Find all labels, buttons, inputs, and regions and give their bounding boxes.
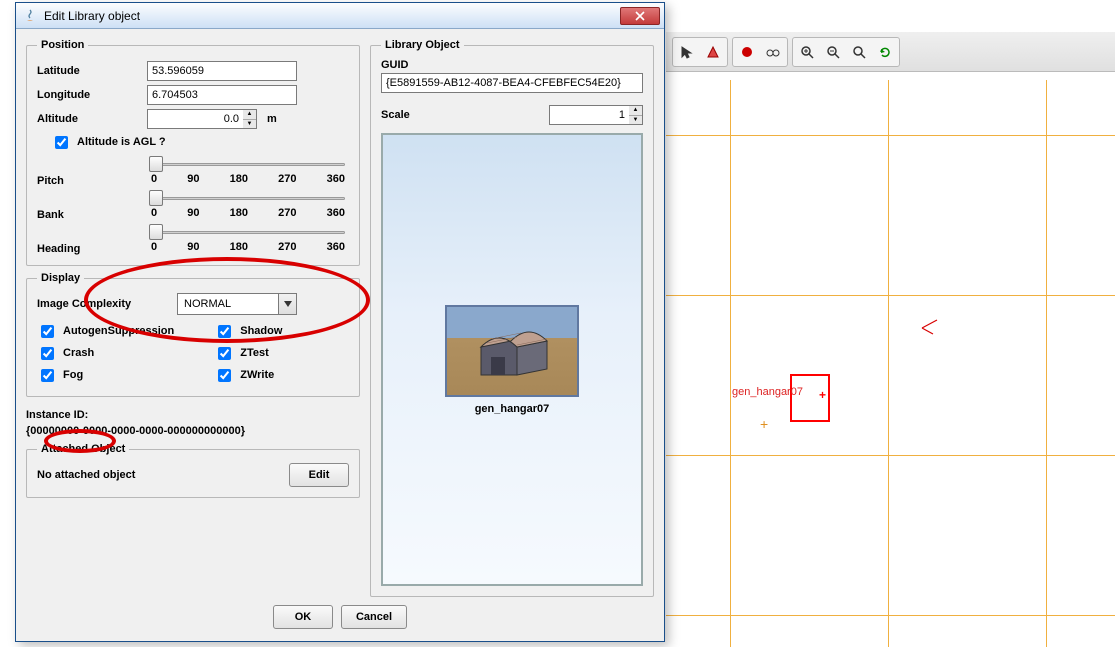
library-object-legend: Library Object	[381, 39, 464, 51]
display-legend: Display	[37, 272, 84, 284]
library-object-group: Library Object GUID Scale ▲ ▼	[370, 39, 654, 597]
guid-label: GUID	[381, 59, 643, 71]
latitude-input[interactable]	[147, 61, 297, 81]
heading-label: Heading	[37, 225, 147, 255]
tool-zoom-in-icon[interactable]	[795, 40, 819, 64]
heading-slider[interactable]	[151, 225, 345, 239]
scale-label: Scale	[381, 109, 549, 121]
guid-input[interactable]	[381, 73, 643, 93]
tool-pointer-icon[interactable]	[675, 40, 699, 64]
map-cross-marker: +	[760, 416, 768, 432]
cancel-button[interactable]: Cancel	[341, 605, 407, 629]
position-group: Position Latitude Longitude Altitude	[26, 39, 360, 266]
attached-object-legend: Attached Object	[37, 443, 129, 455]
map-canvas[interactable]: + gen_hangar07 +	[666, 0, 1115, 647]
bank-slider[interactable]	[151, 191, 345, 205]
autogensuppression-checkbox[interactable]	[41, 325, 54, 338]
longitude-input[interactable]	[147, 85, 297, 105]
shadow-label: Shadow	[240, 325, 282, 337]
altitude-spin-down[interactable]: ▼	[243, 120, 256, 129]
position-legend: Position	[37, 39, 88, 51]
ok-button[interactable]: OK	[273, 605, 333, 629]
image-complexity-value: NORMAL	[178, 298, 278, 310]
window-title: Edit Library object	[44, 9, 140, 23]
tool-zoom-out-icon[interactable]	[821, 40, 845, 64]
tool-shape-icon[interactable]	[701, 40, 725, 64]
altitude-spin-up[interactable]: ▲	[243, 110, 256, 120]
shadow-checkbox[interactable]	[218, 325, 231, 338]
object-preview[interactable]: gen_hangar07	[381, 133, 643, 586]
scale-spin-up[interactable]: ▲	[629, 106, 642, 116]
ztest-label: ZTest	[240, 347, 269, 359]
object-thumbnail	[445, 305, 579, 397]
titlebar[interactable]: Edit Library object	[16, 3, 664, 29]
zwrite-label: ZWrite	[240, 369, 274, 381]
chevron-down-icon[interactable]	[278, 294, 296, 314]
altitude-input[interactable]	[147, 109, 243, 129]
bank-ticks: 090180270360	[151, 207, 345, 219]
heading-ticks: 090180270360	[151, 241, 345, 253]
attached-edit-button[interactable]: Edit	[289, 463, 349, 487]
fog-checkbox[interactable]	[41, 369, 54, 382]
altitude-spinner[interactable]: ▲ ▼	[147, 109, 257, 129]
canvas-toolbar	[666, 32, 1115, 72]
close-button[interactable]	[620, 7, 660, 25]
scale-input[interactable]	[549, 105, 629, 125]
zwrite-checkbox[interactable]	[218, 369, 231, 382]
scale-spin-down[interactable]: ▼	[629, 116, 642, 125]
fog-label: Fog	[63, 369, 83, 381]
display-group: Display Image Complexity NORMAL AutogenS…	[26, 272, 360, 397]
longitude-label: Longitude	[37, 89, 147, 101]
map-arrow-marker	[919, 316, 941, 341]
object-preview-name: gen_hangar07	[475, 403, 550, 415]
latitude-label: Latitude	[37, 65, 147, 77]
ztest-checkbox[interactable]	[218, 347, 231, 360]
map-object-label: gen_hangar07	[732, 386, 803, 398]
altitude-agl-label: Altitude is AGL ?	[77, 136, 166, 148]
map-selection-rect[interactable]: +	[790, 374, 830, 422]
pitch-slider[interactable]	[151, 157, 345, 171]
tool-zoom-fit-icon[interactable]	[847, 40, 871, 64]
attached-object-group: Attached Object No attached object Edit	[26, 443, 360, 498]
scale-spinner[interactable]: ▲ ▼	[549, 105, 643, 125]
tool-refresh-icon[interactable]	[873, 40, 897, 64]
instance-id-value: {00000000-0000-0000-0000-000000000000}	[26, 425, 360, 437]
java-icon	[22, 8, 38, 24]
pitch-label: Pitch	[37, 157, 147, 187]
altitude-label: Altitude	[37, 113, 147, 125]
crash-label: Crash	[63, 347, 94, 359]
image-complexity-label: Image Complexity	[37, 298, 177, 310]
image-complexity-combo[interactable]: NORMAL	[177, 293, 297, 315]
altitude-unit: m	[267, 113, 277, 125]
attached-object-none: No attached object	[37, 469, 135, 481]
instance-id-block: Instance ID: {00000000-0000-0000-0000-00…	[26, 409, 360, 437]
pitch-ticks: 090180270360	[151, 173, 345, 185]
tool-record-icon[interactable]	[735, 40, 759, 64]
instance-id-label: Instance ID:	[26, 409, 360, 421]
autogensuppression-label: AutogenSuppression	[63, 325, 174, 337]
bank-label: Bank	[37, 191, 147, 221]
tool-binoculars-icon[interactable]	[761, 40, 785, 64]
crash-checkbox[interactable]	[41, 347, 54, 360]
altitude-agl-checkbox[interactable]	[55, 136, 68, 149]
edit-library-object-dialog: Edit Library object Position Latitude Lo…	[15, 2, 665, 642]
